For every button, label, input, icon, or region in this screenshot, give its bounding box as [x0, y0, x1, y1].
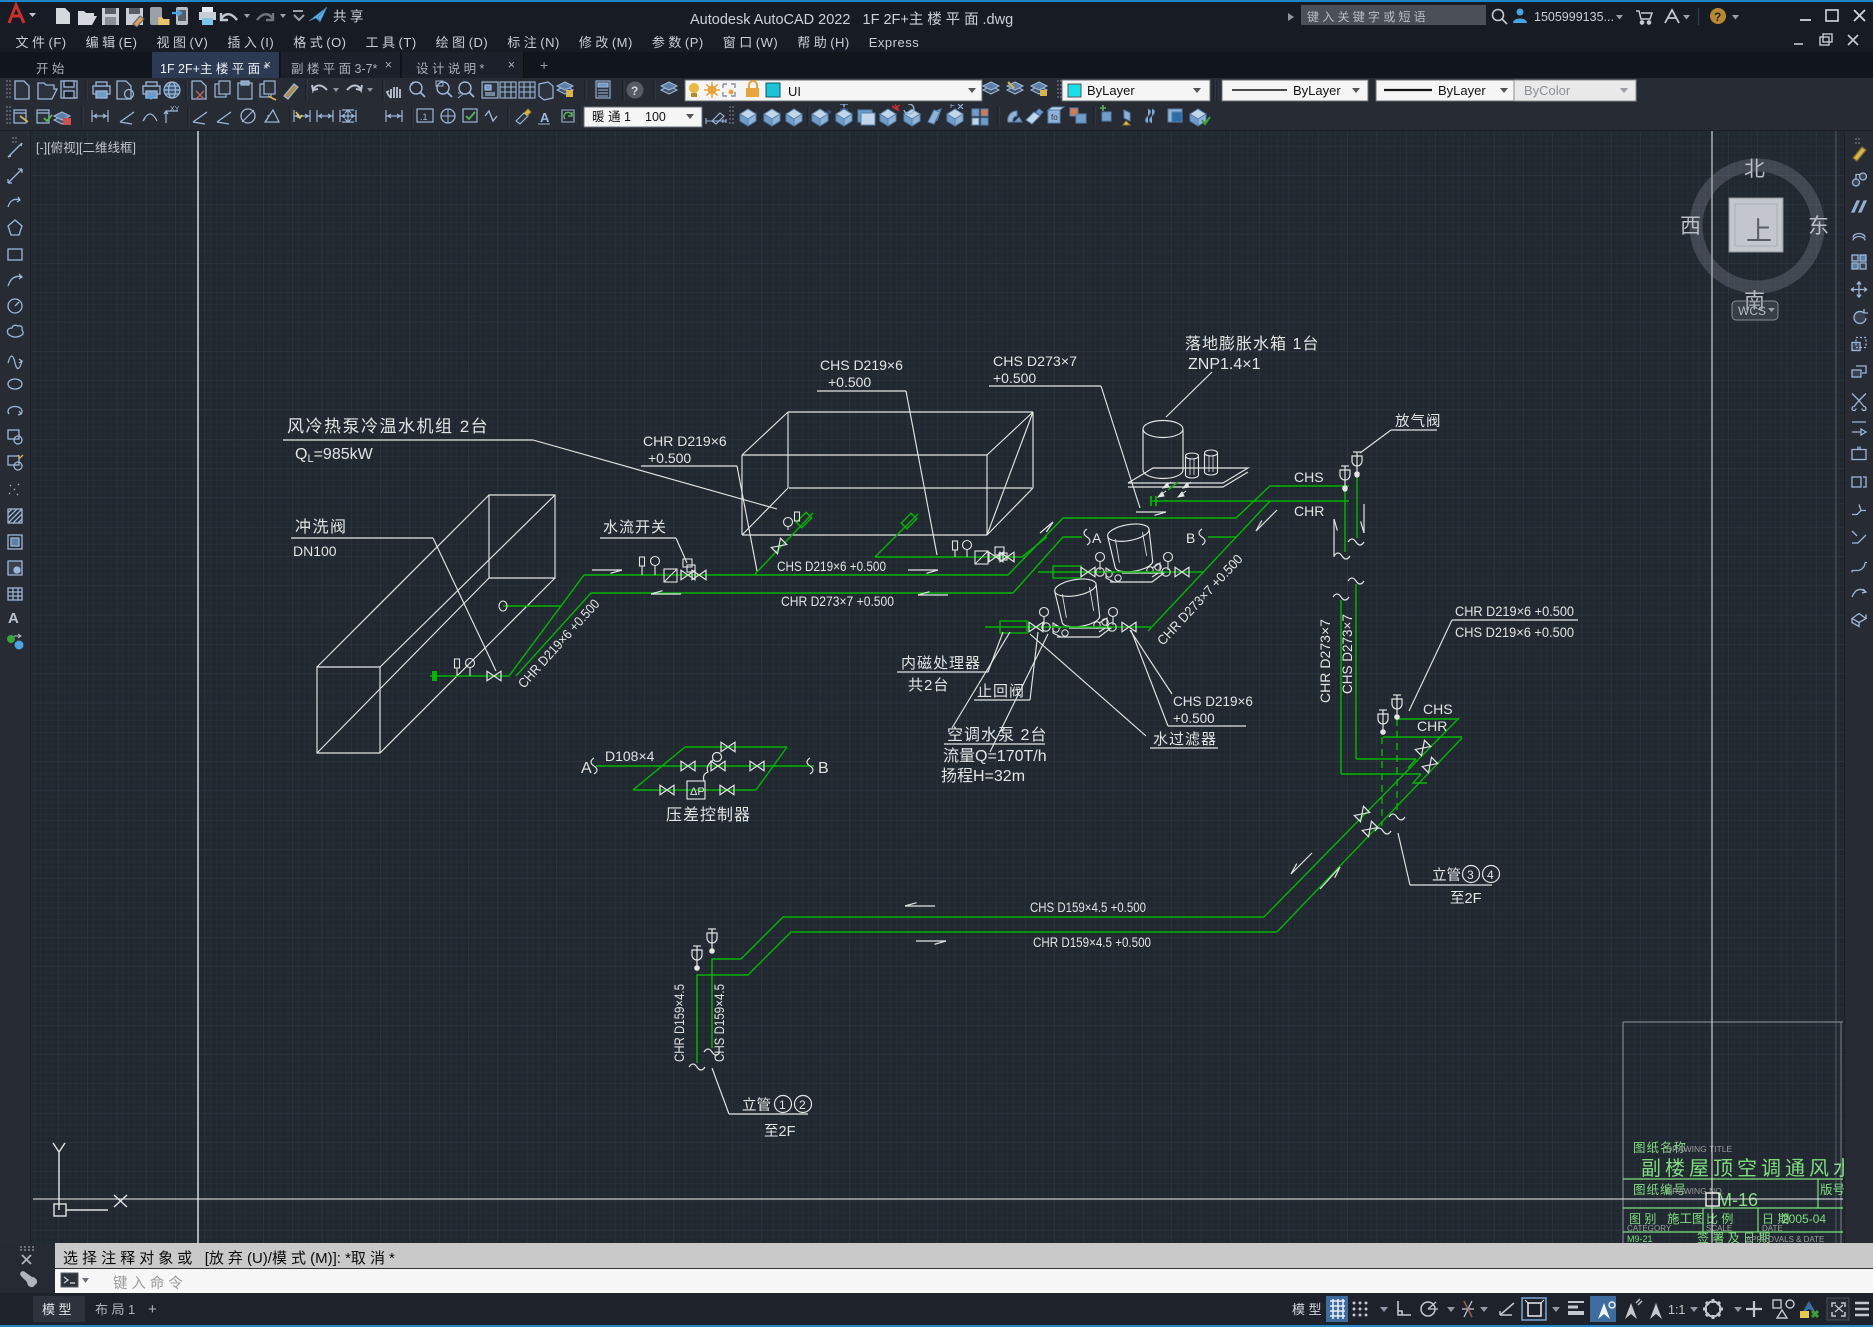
svg-text:水过滤器: 水过滤器: [1153, 731, 1217, 748]
svg-text:共2台: 共2台: [908, 677, 949, 694]
svg-text:内磁处理器: 内磁处理器: [901, 655, 981, 672]
svg-text:?: ?: [631, 84, 638, 98]
svg-text:+0.500: +0.500: [648, 450, 691, 466]
svg-text:至2F: 至2F: [1450, 891, 1482, 907]
svg-text:ByLayer: ByLayer: [1438, 83, 1486, 98]
svg-text:立管: 立管: [742, 1097, 771, 1114]
svg-text:东: 东: [1808, 215, 1829, 238]
svg-text:ByLayer: ByLayer: [1087, 83, 1135, 98]
svg-text:A: A: [8, 610, 19, 627]
svg-text:DRAWING NO.: DRAWING NO.: [1666, 1186, 1724, 1196]
svg-text:压差控制器: 压差控制器: [666, 806, 751, 824]
svg-text:模型: 模型: [42, 1302, 75, 1317]
svg-text:CHS D273×7: CHS D273×7: [1340, 614, 1355, 694]
svg-text:CHS: CHS: [1423, 701, 1453, 717]
svg-text:3: 3: [1467, 868, 1474, 882]
svg-text:冲洗阀: 冲洗阀: [295, 518, 348, 536]
svg-text:版号: 版号: [1820, 1183, 1844, 1197]
svg-text:B: B: [1186, 530, 1195, 546]
svg-text:至2F: 至2F: [764, 1124, 796, 1140]
svg-text:CHR D219×6: CHR D219×6: [643, 433, 727, 449]
svg-text:CATEGORY: CATEGORY: [1627, 1224, 1672, 1233]
svg-text:布局1: 布局1: [95, 1302, 135, 1317]
svg-text:CHR D219×6 +0.500: CHR D219×6 +0.500: [1455, 604, 1574, 619]
svg-text:100: 100: [645, 110, 666, 124]
svg-text:+0.500: +0.500: [1173, 711, 1215, 726]
svg-text:1: 1: [779, 1098, 786, 1112]
svg-text:上: 上: [1746, 216, 1772, 246]
svg-text:A: A: [540, 110, 550, 125]
svg-text:M-16: M-16: [1717, 1190, 1758, 1210]
svg-text:止回阀: 止回阀: [977, 683, 1025, 700]
svg-text:CHS D219×6: CHS D219×6: [820, 357, 903, 373]
svg-text:WCS: WCS: [1738, 304, 1766, 318]
svg-text:XY: XY: [170, 106, 180, 113]
svg-text:M9-21: M9-21: [1627, 1234, 1653, 1243]
svg-text:ByColor: ByColor: [1524, 83, 1571, 98]
svg-text:?: ?: [1714, 10, 1721, 24]
svg-text:风冷热泵冷温水机组 2台: 风冷热泵冷温水机组 2台: [287, 417, 489, 436]
svg-text:UI: UI: [788, 84, 801, 99]
svg-text:B: B: [818, 760, 829, 777]
svg-text:CHS D273×7: CHS D273×7: [993, 353, 1077, 369]
svg-text:D108×4: D108×4: [605, 748, 655, 764]
svg-text:CHR D159×4.5: CHR D159×4.5: [672, 984, 687, 1062]
svg-text:A: A: [581, 760, 592, 777]
svg-text:2005-04: 2005-04: [1782, 1212, 1826, 1226]
svg-text:北: 北: [1744, 158, 1765, 181]
svg-text:CHR D273×7: CHR D273×7: [1318, 619, 1333, 703]
svg-text:落地膨胀水箱 1台: 落地膨胀水箱 1台: [1185, 335, 1319, 353]
svg-text:.1: .1: [420, 112, 428, 122]
svg-text:CHR: CHR: [1417, 718, 1447, 734]
svg-text:放气阀: 放气阀: [1395, 413, 1442, 430]
svg-text:CHR D159×4.5 +0.500: CHR D159×4.5 +0.500: [1033, 935, 1151, 950]
svg-text:空调水泵 2台: 空调水泵 2台: [947, 726, 1047, 744]
svg-text:CHS D219×6 +0.500: CHS D219×6 +0.500: [1455, 625, 1574, 640]
svg-text:4: 4: [1487, 868, 1494, 882]
svg-text:扬程H=32m: 扬程H=32m: [941, 767, 1025, 785]
svg-text:副楼屋顶空调通风水系统图: 副楼屋顶空调通风水系统图: [1641, 1157, 1844, 1180]
svg-text:共享: 共享: [333, 8, 367, 24]
svg-text:流量Q=170T/h: 流量Q=170T/h: [943, 747, 1047, 765]
svg-text:QL=985kW: QL=985kW: [295, 446, 374, 465]
svg-text:+: +: [410, 79, 415, 88]
svg-text:CHS D159×4.5 +0.500: CHS D159×4.5 +0.500: [1030, 900, 1146, 915]
svg-text:水流开关: 水流开关: [603, 519, 667, 536]
svg-text:立管: 立管: [1432, 867, 1461, 884]
svg-text:1505999135...: 1505999135...: [1534, 10, 1614, 24]
svg-text:CHR D273×7 +0.500: CHR D273×7 +0.500: [781, 593, 894, 609]
svg-text:+0.500: +0.500: [828, 374, 871, 390]
svg-text:模型: 模型: [1292, 1302, 1325, 1317]
svg-text:ByLayer: ByLayer: [1293, 83, 1341, 98]
svg-text:西: 西: [1680, 215, 1701, 238]
svg-text:CHR: CHR: [1294, 503, 1324, 519]
svg-text:+: +: [148, 1301, 157, 1318]
svg-text:DN100: DN100: [293, 543, 337, 559]
svg-text:施工图: 施工图: [1667, 1212, 1705, 1226]
svg-text:F: F: [950, 104, 955, 110]
svg-text:+0.500: +0.500: [993, 370, 1036, 386]
svg-text:DRAWING TITLE: DRAWING TITLE: [1666, 1144, 1732, 1154]
svg-text:CHS: CHS: [1294, 469, 1324, 485]
svg-text:1:1: 1:1: [1668, 1303, 1685, 1317]
svg-text:CHS D219×6 +0.500: CHS D219×6 +0.500: [777, 558, 886, 574]
svg-text:fo: fo: [1051, 113, 1058, 122]
svg-text:[-][俯视][二维线框]: [-][俯视][二维线框]: [36, 140, 136, 155]
svg-text:A: A: [1092, 530, 1102, 546]
svg-text:APPROVALS & DATE: APPROVALS & DATE: [1746, 1235, 1824, 1243]
svg-text:2: 2: [799, 1098, 806, 1112]
svg-text:CHS D159×4.5: CHS D159×4.5: [712, 984, 727, 1062]
svg-text:ZNP1.4×1: ZNP1.4×1: [1188, 356, 1261, 373]
svg-text:CHS D219×6: CHS D219×6: [1173, 694, 1253, 709]
svg-text:暖通1: 暖通1: [592, 110, 634, 124]
svg-text:ΔP: ΔP: [690, 786, 705, 798]
